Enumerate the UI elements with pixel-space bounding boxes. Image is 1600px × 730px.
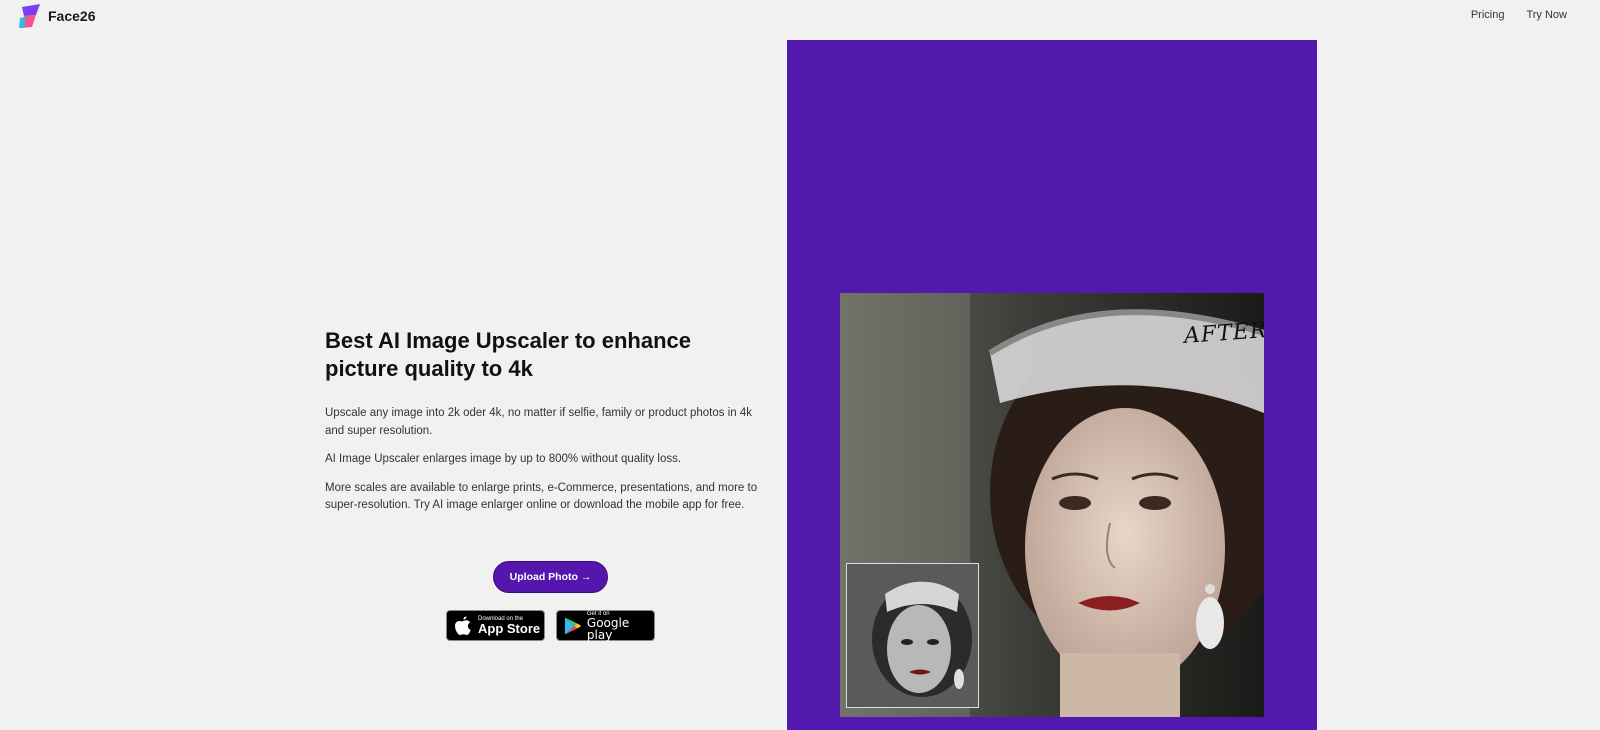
header: Face26 Pricing Try Now — [0, 0, 1600, 32]
upload-photo-label: Upload Photo → — [509, 571, 592, 583]
hero-paragraph-1: Upscale any image into 2k oder 4k, no ma… — [325, 407, 752, 437]
brand-name: Face26 — [48, 8, 96, 24]
hero-paragraph-2: AI Image Upscaler enlarges image by up t… — [325, 453, 682, 465]
google-play-badge[interactable]: Get it on Google play — [556, 610, 655, 641]
nav-pricing-link[interactable]: Pricing — [1471, 9, 1505, 21]
google-play-big-text: Google play — [586, 615, 630, 642]
top-nav: Pricing Try Now — [1471, 9, 1567, 21]
showcase-panel: AFTER — [787, 40, 1317, 730]
before-photo-inset — [846, 563, 979, 708]
apple-icon — [455, 616, 471, 635]
portrait-before-image — [847, 564, 978, 707]
face26-logo-icon — [19, 4, 40, 28]
app-store-big-text: App Store — [478, 621, 541, 636]
hero-title: Best AI Image Upscaler to enhance pictur… — [325, 328, 691, 381]
upload-photo-button[interactable]: Upload Photo → — [493, 561, 608, 593]
nav-try-now-link[interactable]: Try Now — [1526, 9, 1567, 21]
hero-section: Best AI Image Upscaler to enhance pictur… — [325, 327, 770, 526]
after-photo: AFTER — [840, 293, 1264, 717]
google-play-icon — [564, 617, 581, 634]
hero-paragraph-3: More scales are available to enlarge pri… — [325, 481, 758, 512]
brand-logo[interactable]: Face26 — [18, 3, 95, 29]
app-store-badge[interactable]: Download on the App Store — [446, 610, 545, 641]
